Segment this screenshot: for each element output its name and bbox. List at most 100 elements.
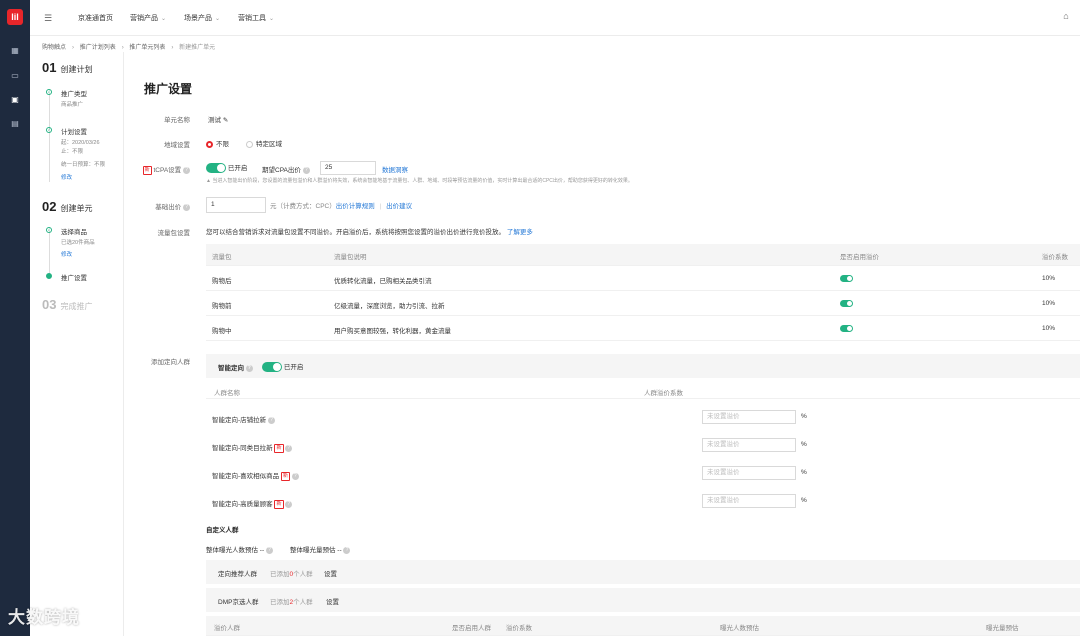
breadcrumb-item[interactable]: 推广单元列表 bbox=[129, 45, 165, 51]
bid-rule-link[interactable]: 出价计算规则 bbox=[336, 203, 375, 210]
table-row: 购物后 优质转化流量，已购相关品类引流 10% bbox=[206, 266, 1080, 291]
graduation-cap-icon[interactable]: ⌂ bbox=[1060, 11, 1072, 23]
new-badge: 新 bbox=[280, 471, 290, 481]
check-icon: ✓ bbox=[46, 89, 52, 95]
traffic-label: 流量包设置 bbox=[157, 230, 191, 237]
learn-more-link[interactable]: 了解更多 bbox=[507, 229, 533, 236]
breadcrumb: 购物触点 › 推广计划列表 › 推广单元列表 › 新建推广单元 bbox=[42, 42, 217, 51]
nav-marketing-products[interactable]: 营销产品 ⌄ bbox=[130, 13, 166, 23]
smart-targeting-toggle[interactable] bbox=[262, 362, 282, 373]
breadcrumb-item[interactable]: 推广计划列表 bbox=[80, 45, 116, 51]
help-icon[interactable]: ? bbox=[267, 416, 275, 424]
help-icon[interactable]: ? bbox=[285, 444, 293, 452]
region-radio-unlimited[interactable]: 不限 bbox=[206, 138, 229, 148]
watermark-logo: 大数跨境 bbox=[8, 608, 80, 627]
tcpa-label: 新 tCPA设置 ? bbox=[120, 164, 190, 175]
tcpa-note: ▲ 当进入智能出价阶段，您设置的流量包溢价和人群溢价将失效，系统会智能地基于流量… bbox=[206, 178, 633, 184]
pencil-icon[interactable]: ✎ bbox=[223, 117, 228, 124]
crowd-rate-input[interactable]: 未设置溢价 bbox=[702, 410, 796, 424]
region-radio-specific[interactable]: 特定区域 bbox=[246, 138, 282, 148]
percent-sign: % bbox=[801, 497, 807, 504]
help-icon[interactable]: ? bbox=[285, 500, 293, 508]
chevron-down-icon: ⌄ bbox=[215, 16, 221, 22]
check-icon: ✓ bbox=[46, 127, 52, 133]
base-bid-input[interactable]: 1 bbox=[206, 197, 266, 213]
radio-checked[interactable] bbox=[206, 140, 213, 148]
radio-unchecked[interactable] bbox=[246, 140, 253, 148]
dashboard-icon[interactable]: ▦ bbox=[8, 45, 22, 57]
nav-home[interactable]: 京准通首页 bbox=[78, 13, 113, 23]
help-icon[interactable]: ? bbox=[343, 546, 351, 554]
breadcrumb-item[interactable]: 购物触点 bbox=[42, 45, 66, 51]
data-insight-link[interactable]: 数据洞察 bbox=[382, 164, 408, 174]
crowd-bottom-table-header: 溢价人群 是否启用人群 溢价系数 曝光人数预估 曝光量预估 bbox=[206, 616, 1080, 636]
breadcrumb-current: 新建推广单元 bbox=[179, 45, 216, 51]
crowd-rate-input[interactable]: 未设置溢价 bbox=[702, 494, 796, 508]
top-bar: ☰ 京准通首页 营销产品 ⌄ 场景产品 ⌄ 营销工具 ⌄ ⌂ bbox=[30, 0, 1080, 36]
table-row: 购物前 亿级流量，深度浏览，助力引流、拉新 10% bbox=[206, 291, 1080, 316]
chevron-right-icon: › bbox=[121, 45, 124, 51]
unit-name-value[interactable]: 测试 ✎ bbox=[208, 114, 228, 124]
base-bid-label: 基础出价 ? bbox=[120, 201, 190, 211]
report-icon[interactable]: ▤ bbox=[8, 118, 22, 130]
percent-sign: % bbox=[801, 469, 807, 476]
crowd-col-name: 人群名称 bbox=[214, 390, 240, 397]
help-icon[interactable]: ? bbox=[302, 166, 310, 174]
unit-name-label: 单元名称 bbox=[164, 117, 190, 124]
step-sidebar: 01 创建计划 ✓ 推广类型 商品推广 ✓ 计划设置 起：2020/03/26 止… bbox=[30, 52, 124, 636]
base-bid-unit: 元（计费方式：CPC）出价计算规则 | 出价建议 bbox=[270, 203, 413, 210]
help-icon[interactable]: ? bbox=[183, 203, 190, 211]
left-rail: lil ▦ ▭ ▣ ▤ bbox=[0, 0, 30, 636]
est-exposure: 整体曝光量预估 -- ? bbox=[290, 544, 351, 554]
region-label: 地域设置 bbox=[164, 142, 190, 149]
briefcase-icon[interactable]: ▣ bbox=[8, 94, 22, 106]
recommended-crowd-bar: 定向推荐人群 已添加0个人群 设置 bbox=[206, 560, 1080, 584]
message-icon[interactable]: ▭ bbox=[8, 70, 22, 82]
recommended-setting-link[interactable]: 设置 bbox=[324, 568, 337, 578]
custom-crowd-title: 自定义人群 bbox=[206, 527, 239, 534]
app-logo[interactable]: lil bbox=[7, 9, 23, 25]
crowd-label: 添加定向人群 bbox=[151, 359, 190, 366]
edit-goods-link[interactable]: 修改 bbox=[61, 250, 72, 258]
crowd-col-rate: 人群溢价系数 bbox=[644, 390, 683, 397]
menu-toggle-icon[interactable]: ☰ bbox=[42, 12, 54, 24]
page-title: 推广设置 bbox=[144, 82, 193, 96]
percent-sign: % bbox=[801, 441, 807, 448]
tcpa-toggle[interactable] bbox=[206, 163, 226, 174]
check-icon: ✓ bbox=[46, 227, 52, 233]
help-icon[interactable]: ? bbox=[183, 166, 190, 174]
crowd-rate-input[interactable]: 未设置溢价 bbox=[702, 466, 796, 480]
crowd-row-name: 智能定向-同类目拉新 新 ? bbox=[212, 442, 293, 453]
nav-scene-products[interactable]: 场景产品 ⌄ bbox=[184, 13, 220, 23]
chevron-right-icon: › bbox=[171, 45, 174, 51]
table-row: 购物中 用户购买意图较强，转化利器，黄金流量 10% bbox=[206, 316, 1080, 341]
dmp-crowd-bar: DMP京选人群 已添加2个人群 设置 bbox=[206, 588, 1080, 612]
traffic-desc: 您可以结合营销诉求对流量包设置不同溢价。开启溢价后，系统将按照您设置的溢价出价进… bbox=[206, 229, 533, 236]
premium-toggle[interactable] bbox=[840, 300, 853, 307]
new-badge: 新 bbox=[274, 443, 284, 453]
premium-toggle[interactable] bbox=[840, 275, 853, 282]
crowd-rate-input[interactable]: 未设置溢价 bbox=[702, 438, 796, 452]
percent-sign: % bbox=[801, 413, 807, 420]
step-2: 02 创建单元 bbox=[42, 199, 93, 214]
chevron-down-icon: ⌄ bbox=[269, 16, 275, 22]
help-icon[interactable]: ? bbox=[265, 546, 273, 554]
crowd-row-name: 智能定向-喜欢相似商品 新 ? bbox=[212, 470, 299, 481]
tcpa-toggle-group: 已开启 bbox=[206, 162, 247, 174]
divider bbox=[206, 398, 1080, 399]
smart-targeting-bar: 智能定向 ? 已开启 bbox=[206, 354, 1080, 378]
bid-suggest-link[interactable]: 出价建议 bbox=[386, 203, 412, 210]
dmp-setting-link[interactable]: 设置 bbox=[326, 596, 339, 606]
crowd-row-name: 智能定向-店铺拉新 ? bbox=[212, 414, 275, 424]
step-connector bbox=[49, 92, 50, 182]
nav-marketing-tools[interactable]: 营销工具 ⌄ bbox=[238, 13, 274, 23]
help-icon[interactable]: ? bbox=[291, 472, 299, 480]
expected-cpa-label: 期望CPA出价 ? bbox=[262, 164, 310, 174]
traffic-table-header: 流量包 流量包说明 是否启用溢价 溢价系数 bbox=[206, 244, 1080, 266]
help-icon[interactable]: ? bbox=[245, 364, 253, 372]
expected-cpa-input[interactable]: 25 bbox=[320, 161, 376, 175]
chevron-down-icon: ⌄ bbox=[161, 16, 167, 22]
premium-toggle[interactable] bbox=[840, 325, 853, 332]
new-badge: 新 bbox=[274, 499, 284, 509]
edit-plan-link[interactable]: 修改 bbox=[61, 173, 72, 181]
